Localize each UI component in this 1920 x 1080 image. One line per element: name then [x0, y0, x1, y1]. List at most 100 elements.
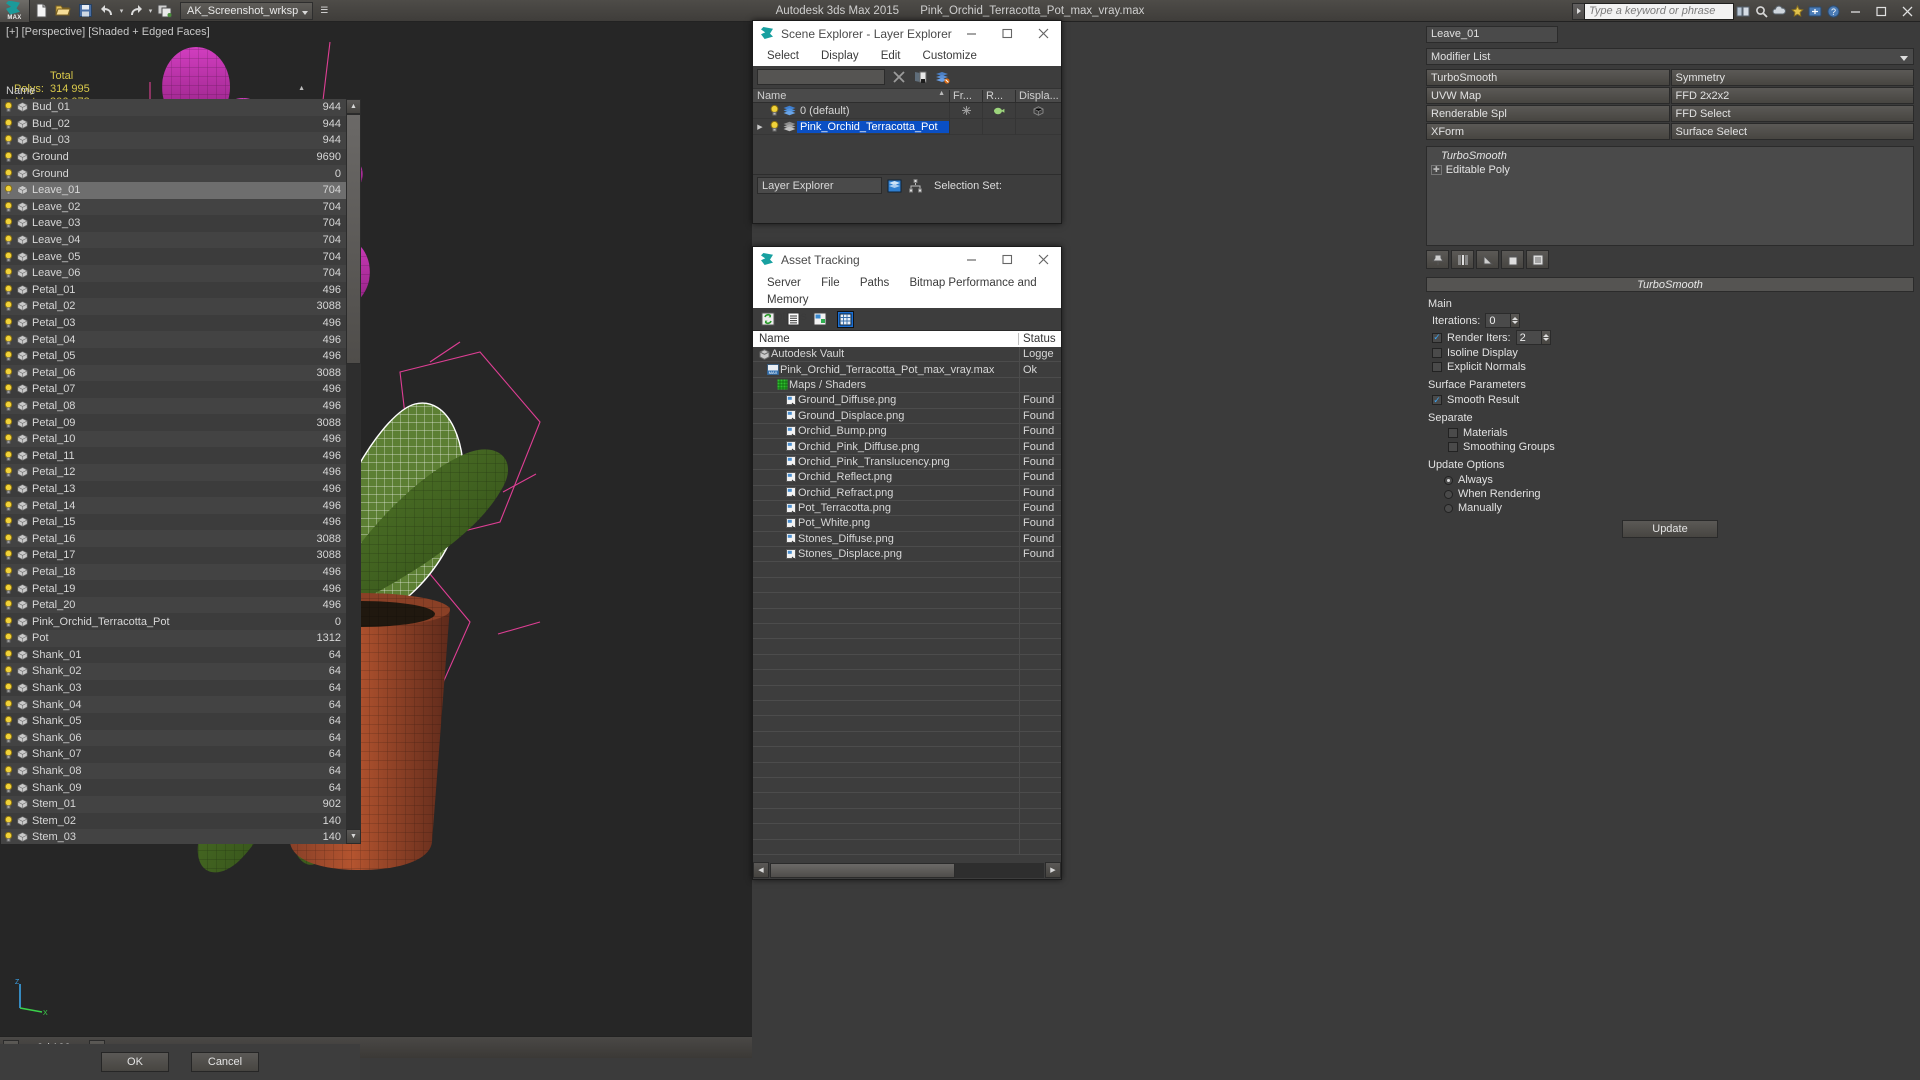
- object-row[interactable]: Leave_01 704: [1, 181, 347, 199]
- scene-explorer-search-input[interactable]: [757, 69, 885, 85]
- update-button[interactable]: Update: [1622, 520, 1718, 538]
- display-cell[interactable]: [1015, 102, 1061, 119]
- lightbulb-icon[interactable]: [1, 732, 15, 743]
- bitmap-view-icon[interactable]: [811, 311, 828, 328]
- object-row[interactable]: Petal_20 496: [1, 596, 347, 614]
- col-name[interactable]: Name: [753, 90, 949, 102]
- object-row[interactable]: Bud_02 944: [1, 115, 347, 133]
- layer-explorer-tab[interactable]: Layer Explorer: [757, 177, 882, 194]
- object-row[interactable]: Petal_06 3088: [1, 364, 347, 382]
- quick-access-overflow-icon[interactable]: ☰: [316, 2, 332, 20]
- scene-explorer-window[interactable]: Scene Explorer - Layer Explorer Select D…: [752, 20, 1062, 224]
- menu-paths[interactable]: Paths: [860, 277, 889, 289]
- scene-explorer-layer-list[interactable]: 0 (default) ▶ Pink_Orchid_Terracotta_Pot: [753, 102, 1061, 174]
- menu-select[interactable]: Select: [767, 50, 799, 62]
- lightbulb-icon[interactable]: [1, 600, 15, 610]
- favorites-star-icon[interactable]: [1788, 0, 1806, 22]
- max-logo-button[interactable]: MAX: [0, 0, 30, 22]
- cancel-button[interactable]: Cancel: [191, 1052, 259, 1072]
- separate-materials-row[interactable]: Materials: [1448, 427, 1914, 439]
- render-iters-stepper[interactable]: 2: [1515, 330, 1551, 345]
- object-row[interactable]: Petal_15 496: [1, 513, 347, 531]
- object-row[interactable]: Bud_01 944: [1, 99, 347, 116]
- undo-icon[interactable]: [96, 1, 118, 21]
- object-row[interactable]: Pink_Orchid_Terracotta_Pot 0: [1, 613, 347, 630]
- configure-modifier-sets-icon[interactable]: [1526, 250, 1549, 269]
- object-row[interactable]: Petal_17 3088: [1, 547, 347, 564]
- scene-explorer-close-button[interactable]: [1025, 21, 1061, 46]
- render-iters-checkbox[interactable]: [1432, 332, 1442, 343]
- explicit-normals-row[interactable]: Explicit Normals: [1432, 361, 1914, 373]
- lightbulb-icon[interactable]: [1, 168, 15, 179]
- asset-row[interactable]: Orchid_Pink_Diffuse.png Found: [753, 438, 1061, 455]
- iterations-spin-arrows[interactable]: [1511, 313, 1521, 328]
- lightbulb-icon[interactable]: [1, 683, 15, 693]
- lightbulb-icon[interactable]: [1, 301, 15, 312]
- lightbulb-icon[interactable]: [1, 583, 15, 594]
- object-row[interactable]: Leave_05 704: [1, 248, 347, 265]
- object-row[interactable]: Shank_09 64: [1, 779, 347, 796]
- lightbulb-icon[interactable]: [1, 550, 15, 561]
- modifier-button-ffd2x2x2[interactable]: FFD 2x2x2: [1670, 87, 1914, 104]
- scroll-left-arrow[interactable]: ◀: [753, 862, 769, 878]
- object-row[interactable]: Ground 0: [1, 165, 347, 182]
- make-unique-icon[interactable]: [1476, 250, 1499, 269]
- asset-row[interactable]: Maps / Shaders: [753, 377, 1061, 394]
- pin-stack-icon[interactable]: [1426, 250, 1449, 269]
- col-status[interactable]: Status: [1019, 333, 1061, 345]
- object-row[interactable]: Petal_02 3088: [1, 298, 347, 315]
- col-display[interactable]: Displa...: [1015, 89, 1061, 102]
- separate-smoothing-checkbox[interactable]: [1448, 442, 1458, 452]
- lightbulb-icon[interactable]: [1, 766, 15, 776]
- object-row[interactable]: Pot 1312: [1, 630, 347, 647]
- freeze-cell[interactable]: [949, 118, 982, 135]
- update-manually-row[interactable]: Manually: [1444, 502, 1914, 514]
- reference-icon[interactable]: [154, 1, 176, 21]
- object-row[interactable]: Petal_18 496: [1, 563, 347, 581]
- object-row[interactable]: Stem_02 140: [1, 812, 347, 830]
- asset-row[interactable]: Autodesk Vault Logge: [753, 347, 1061, 363]
- lightbulb-icon[interactable]: [1, 417, 15, 428]
- lightbulb-icon[interactable]: [1, 268, 15, 278]
- object-row[interactable]: Shank_06 64: [1, 729, 347, 747]
- grid-view-icon[interactable]: [837, 310, 854, 328]
- object-row[interactable]: Petal_09 3088: [1, 414, 347, 431]
- scene-explorer-minimize-button[interactable]: [953, 21, 989, 46]
- lightbulb-icon[interactable]: [1, 235, 15, 245]
- object-row[interactable]: Petal_04 496: [1, 331, 347, 348]
- lightbulb-icon[interactable]: [1, 716, 15, 726]
- lightbulb-icon[interactable]: [1, 566, 15, 577]
- iterations-stepper[interactable]: 0: [1485, 313, 1521, 328]
- object-row[interactable]: Petal_12 496: [1, 464, 347, 481]
- hscroll-thumb[interactable]: [770, 862, 955, 878]
- vscroll-thumb[interactable]: [346, 114, 361, 364]
- lightbulb-icon[interactable]: [1, 815, 15, 826]
- show-end-result-icon[interactable]: [1451, 250, 1474, 269]
- explicit-normals-checkbox[interactable]: [1432, 362, 1442, 372]
- object-row[interactable]: Leave_02 704: [1, 198, 347, 216]
- asset-tracking-minimize-button[interactable]: [953, 247, 989, 272]
- lightbulb-icon[interactable]: [1, 500, 15, 511]
- object-row[interactable]: Shank_07 64: [1, 746, 347, 763]
- modifier-button-turbosmooth[interactable]: TurboSmooth: [1426, 69, 1670, 86]
- ok-button[interactable]: OK: [101, 1052, 169, 1072]
- asset-list[interactable]: Autodesk Vault Logge MAX Pink_Orchid_Terrac…: [753, 347, 1061, 859]
- layer-row[interactable]: ▶ Pink_Orchid_Terracotta_Pot: [753, 118, 1061, 135]
- menu-file[interactable]: File: [821, 277, 840, 289]
- modifier-button-symmetry[interactable]: Symmetry: [1670, 69, 1914, 86]
- modifier-button-xform[interactable]: XForm: [1426, 123, 1670, 140]
- asset-row[interactable]: Stones_Diffuse.png Found: [753, 531, 1061, 548]
- scroll-down-arrow[interactable]: ▼: [346, 829, 361, 844]
- lightbulb-icon[interactable]: [1, 666, 15, 677]
- separate-smoothing-row[interactable]: Smoothing Groups: [1448, 441, 1914, 453]
- lightbulb-icon[interactable]: [1, 185, 15, 195]
- update-when-rendering-row[interactable]: When Rendering: [1444, 488, 1914, 500]
- render-iters-spin-arrows[interactable]: [1541, 330, 1551, 345]
- object-row[interactable]: Stem_01 902: [1, 795, 347, 813]
- object-row[interactable]: Petal_14 496: [1, 497, 347, 514]
- isoline-display-checkbox[interactable]: [1432, 348, 1442, 358]
- new-file-icon[interactable]: [30, 1, 52, 21]
- asset-row[interactable]: Ground_Displace.png Found: [753, 408, 1061, 424]
- layer-row[interactable]: 0 (default): [753, 102, 1061, 119]
- command-panel[interactable]: Leave_01 Modifier List TurboSmooth Symme…: [1420, 22, 1920, 1080]
